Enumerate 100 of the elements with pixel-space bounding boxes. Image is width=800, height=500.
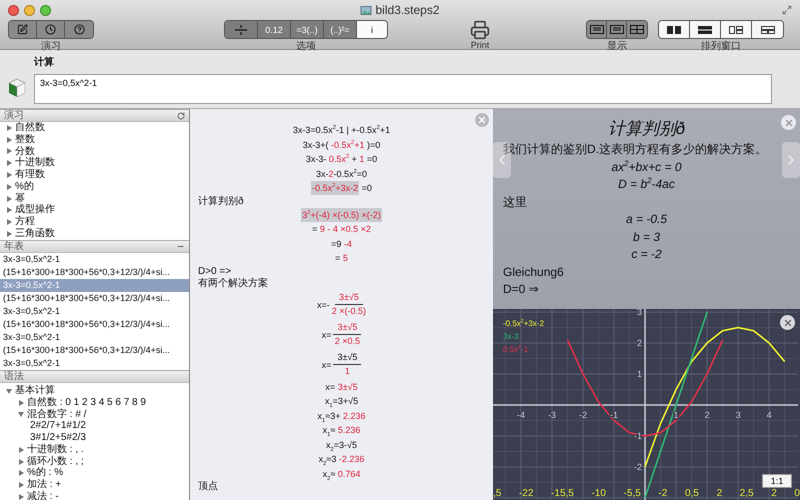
collapsed-triangle-icon[interactable] <box>6 231 12 238</box>
collapsed-triangle-icon[interactable] <box>6 148 12 154</box>
legend-label: -0.5x$^{2}$+3x-2 <box>503 319 544 328</box>
explanation-text: 这里 <box>503 194 528 210</box>
collapsed-triangle-icon[interactable] <box>6 172 12 178</box>
tree-item[interactable]: 十进制数 <box>15 157 55 170</box>
display-mode-button[interactable] <box>627 21 647 38</box>
formula-text: ax$^{2}$+bx+c = 0 <box>610 158 683 176</box>
option-toggle[interactable]: i <box>357 21 387 38</box>
section-header: 演习 <box>4 110 24 120</box>
zoom-reset-button[interactable]: 1:1 <box>762 474 792 488</box>
grid-layout-icon <box>630 25 644 34</box>
layout-button[interactable] <box>659 21 690 38</box>
expression-field[interactable]: 3x-3=0,5x^2-1 <box>34 74 772 104</box>
tree-item[interactable]: 加法 : + <box>27 479 62 492</box>
display-mode-button[interactable] <box>587 21 607 38</box>
layout-button[interactable] <box>752 21 783 38</box>
history-row[interactable]: 3x-3=0,5x^2-1 <box>0 305 189 318</box>
collapsed-triangle-icon[interactable] <box>18 400 24 406</box>
collapsed-triangle-icon[interactable] <box>6 219 12 226</box>
close-button[interactable] <box>780 315 795 330</box>
collapsed-triangle-icon[interactable] <box>18 470 24 476</box>
axis-tick-label: 1 <box>674 410 679 420</box>
help-button[interactable] <box>65 21 93 38</box>
tree-item[interactable]: 分数 <box>15 146 35 158</box>
history-row[interactable]: 3x-3=0,5x^2-1 <box>0 253 189 266</box>
collapsed-triangle-icon[interactable] <box>6 136 12 143</box>
legend-label: 3x-3 <box>503 332 520 341</box>
collapsed-triangle-icon[interactable] <box>6 160 12 166</box>
panel-layout-icon <box>728 24 744 34</box>
history-row[interactable]: (15+16*300+18*300+56*0,3+12/3/)/4+si... <box>0 318 189 331</box>
tree-item[interactable]: 成型操作 <box>15 204 55 216</box>
axis-tick-label: 4 <box>766 410 772 420</box>
history-row[interactable]: (15+16*300+18*300+56*0,3+12/3/)/4+si... <box>0 344 189 357</box>
history-row[interactable]: (15+16*300+18*300+56*0,3+12/3/)/4+si... <box>0 266 189 279</box>
panel-layout-icon <box>666 24 682 34</box>
math-line: x= 3±√5 <box>325 380 358 394</box>
history-row[interactable]: 3x-3=0,5x^2-1 <box>0 331 189 344</box>
history-row[interactable]: 3x-3=0,5x^2-1 <box>0 357 189 370</box>
panel-layout-icon <box>760 24 776 34</box>
close-icon <box>782 318 792 328</box>
option-toggle[interactable]: 0.12 <box>258 21 291 38</box>
tree-item[interactable]: 有理数 <box>15 169 45 182</box>
collapsed-triangle-icon[interactable] <box>6 207 12 214</box>
fraction-denominator: 2 ×0.5 <box>334 335 360 347</box>
print-button[interactable]: Print <box>470 20 490 50</box>
tree-item[interactable]: %的 <box>15 180 34 193</box>
math-line: x$_{1}$≈3+ 2.236 <box>318 410 366 423</box>
collapsed-triangle-icon[interactable] <box>18 482 24 488</box>
close-icon <box>477 115 487 125</box>
cube-icon <box>8 78 26 98</box>
collapsed-triangle-icon[interactable] <box>18 494 24 500</box>
collapsed-triangle-icon[interactable] <box>18 458 24 465</box>
window-zoom-button[interactable] <box>40 4 51 16</box>
option-toggle[interactable]: =3(..) <box>291 21 324 38</box>
history-button[interactable] <box>37 21 65 38</box>
window-title: bild3.steps2 <box>375 3 440 17</box>
fraction-numerator: 3±√5 <box>334 292 363 305</box>
axis-tick-label: -2 <box>578 410 587 420</box>
tree-item[interactable]: 基本计算 <box>15 384 55 397</box>
collapsed-triangle-icon[interactable] <box>6 124 12 131</box>
fraction-numerator: 3±√5 <box>333 322 362 335</box>
document-icon <box>360 4 372 16</box>
window-close-button[interactable] <box>8 4 19 16</box>
option-toggle[interactable] <box>225 21 258 38</box>
math-text: x=- <box>316 300 330 310</box>
fullscreen-button[interactable] <box>782 5 792 15</box>
step-text: 有两个解决方案 <box>198 278 268 290</box>
display-mode-button[interactable] <box>607 21 627 38</box>
axis-overlay-label: 2 <box>771 488 777 499</box>
layout-button[interactable] <box>690 21 721 38</box>
math-text: x= <box>322 330 332 340</box>
window-minimize-button[interactable] <box>24 4 35 16</box>
tree-item[interactable]: 方程 <box>15 216 35 228</box>
tree-item[interactable]: 混合数字 : # / <box>27 408 86 420</box>
axis-overlay-label: 2 <box>716 488 722 499</box>
expanded-triangle-icon[interactable] <box>18 411 24 418</box>
edit-button[interactable] <box>9 21 37 38</box>
tree-item[interactable]: 循环小数 : , ; <box>27 456 84 468</box>
expanded-triangle-icon[interactable] <box>6 388 12 394</box>
tree-item[interactable]: 自然数 : 0 1 2 3 4 5 6 7 8 9 <box>27 396 146 409</box>
collapsed-triangle-icon[interactable] <box>6 184 12 190</box>
tree-item[interactable]: 十进制数 : , . <box>27 444 84 456</box>
tree-item[interactable]: 幂 <box>15 192 25 205</box>
layout-button[interactable] <box>721 21 752 38</box>
tree-item[interactable]: 三角函数 <box>15 228 55 240</box>
collapsed-triangle-icon[interactable] <box>18 446 24 453</box>
option-toggle[interactable]: (..)²= <box>324 21 357 38</box>
tree-item[interactable]: 3#1/2+5#2/3 <box>30 432 86 444</box>
axis-overlay-label: 0,5 <box>684 488 699 499</box>
axis-tick-label: -2 <box>634 462 642 472</box>
refresh-icon[interactable] <box>177 112 185 120</box>
tree-item[interactable]: 自然数 <box>15 122 45 134</box>
axis-tick-label: 2 <box>704 410 710 420</box>
history-row[interactable]: (15+16*300+18*300+56*0,3+12/3/)/4+si... <box>0 292 189 305</box>
collapsed-triangle-icon[interactable] <box>6 196 12 202</box>
tree-item[interactable]: 2#2/7+1#1/2 <box>30 420 86 432</box>
tree-item[interactable]: 整数 <box>15 134 35 146</box>
tree-item[interactable]: %的 : % <box>27 467 64 480</box>
axis-tick-label: 1 <box>637 369 642 379</box>
